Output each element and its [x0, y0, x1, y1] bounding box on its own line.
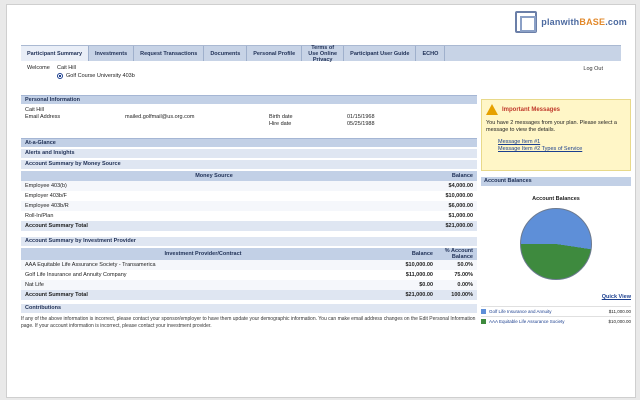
radio-icon[interactable] [57, 73, 63, 79]
main-nav: Participant Summary Investments Request … [21, 45, 621, 63]
message-link[interactable]: Message Item #1 [498, 139, 626, 146]
contributions-heading[interactable]: Contributions [21, 304, 477, 313]
pi-birth-value: 01/15/1968 [347, 114, 375, 120]
at-a-glance-heading[interactable]: At-a-Glance [21, 138, 477, 147]
main-column: Personal Information Cait Hill Email Add… [21, 95, 477, 330]
plan-selector[interactable]: Golf Course University 403b [57, 73, 135, 79]
tab-request-transactions[interactable]: Request Transactions [134, 46, 205, 61]
provider-heading: Account Summary by Investment Provider [21, 237, 477, 246]
tab-investments[interactable]: Investments [89, 46, 135, 61]
important-messages-panel: Important Messages You have 2 messages f… [481, 99, 631, 171]
pi-name: Cait Hill [25, 107, 44, 113]
right-column: Important Messages You have 2 messages f… [481, 99, 631, 326]
table-row: AAA Equitable Life Assurance Society - T… [21, 260, 477, 270]
site-logo[interactable]: planwithBASE.com [515, 11, 627, 33]
logout-link[interactable]: Log Out [583, 66, 603, 72]
tab-user-guide[interactable]: Participant User Guide [344, 46, 417, 61]
pie-chart: Account Balances [481, 186, 631, 280]
table-total-row: Account Summary Total $21,000.00 [21, 221, 477, 231]
message-list: Message Item #1 Message Item #2 Types of… [486, 139, 626, 153]
welcome-label: Welcome [27, 65, 50, 71]
legend-value: $10,000.00 [608, 319, 631, 324]
table-row: Nat Life $0.00 0.00% [21, 280, 477, 290]
table-row: Roll-In/Plan $1,000.00 [25, 213, 473, 219]
logo-icon [515, 11, 538, 33]
pi-birth-label: Birth date [269, 114, 293, 120]
alerts-heading[interactable]: Alerts and Insights [21, 149, 477, 158]
legend-label[interactable]: AAA Equitable Life Assurance Society [489, 319, 605, 324]
balances-heading: Account Balances [481, 177, 631, 186]
col-provider-balance: Balance [385, 248, 437, 260]
pie-title: Account Balances [532, 196, 580, 202]
tab-echo[interactable]: ECHO [416, 46, 446, 61]
plan-name: Golf Course University 403b [66, 73, 135, 79]
table-row: Golf Life Insurance and Annuity Company $… [25, 272, 473, 278]
col-provider: Investment Provider/Contract [21, 248, 385, 260]
tab-documents[interactable]: Documents [204, 46, 248, 61]
personal-info: Cait Hill Email Address mailed.golfmail@… [21, 106, 477, 138]
tab-personal-profile[interactable]: Personal Profile [247, 46, 303, 61]
personal-info-heading: Personal Information [21, 95, 477, 104]
tab-participant-summary[interactable]: Participant Summary [21, 46, 90, 61]
message-link[interactable]: Message Item #2 Types of Service [498, 146, 626, 153]
table-row: Employee 403(b) $4,000.00 [21, 181, 477, 191]
pi-hire-label: Hire date [269, 121, 292, 127]
disclaimer-note: If any of the above information is incor… [21, 316, 476, 329]
pie-legend: Golf Life Insurance and Annuity $11,000.0… [481, 306, 631, 326]
provider-table: Investment Provider/Contract Balance % A… [21, 248, 477, 300]
table-total-row: Account Summary Total $21,000.00 100.00% [21, 290, 477, 300]
col-balance: Balance [407, 171, 477, 181]
col-pct: % Account Balance [437, 248, 477, 260]
legend-row: AAA Equitable Life Assurance Society $10,… [481, 316, 631, 326]
legend-row: Golf Life Insurance and Annuity $11,000.0… [481, 306, 631, 316]
tab-terms[interactable]: Terms of Use Online Privacy [302, 45, 345, 63]
pi-email-value: mailed.golfmail@us.org.com [125, 114, 195, 120]
legend-swatch [481, 309, 486, 314]
participant-name: Cait Hill [57, 65, 76, 71]
alert-title: Important Messages [502, 106, 561, 113]
warning-icon [486, 104, 498, 115]
pie-slices [520, 208, 592, 280]
money-source-heading: Account Summary by Money Source [21, 160, 477, 169]
pi-hire-value: 05/25/1988 [347, 121, 375, 127]
legend-label[interactable]: Golf Life Insurance and Annuity [489, 309, 606, 314]
money-source-table: Money Source Balance Employee 403(b) $4,0… [21, 171, 477, 231]
col-money-source: Money Source [21, 171, 407, 181]
quick-view-link[interactable]: Quick View [481, 294, 631, 300]
legend-value: $11,000.00 [608, 309, 631, 314]
pi-email-label: Email Address [25, 114, 61, 120]
page-frame: planwithBASE.com Participant Summary Inv… [6, 4, 636, 398]
alert-text: You have 2 messages from your plan. Plea… [486, 120, 617, 133]
table-row: Employee 403b/R $6,000.00 [21, 201, 477, 211]
legend-swatch [481, 319, 486, 324]
welcome-row: Welcome Cait Hill Golf Course University… [27, 63, 617, 85]
table-row: Employer 403b/F $10,000.00 [25, 193, 473, 199]
